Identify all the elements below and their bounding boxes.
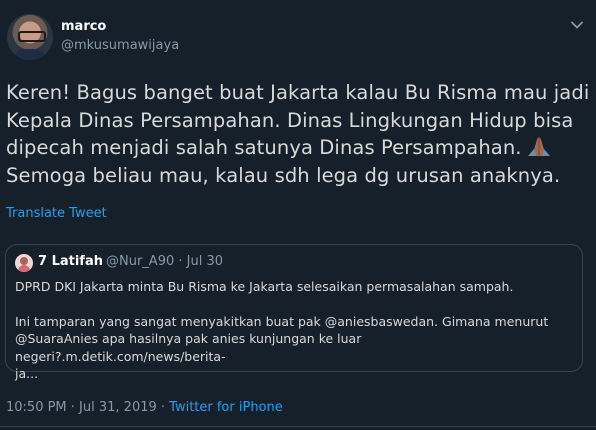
folded-hands-emoji: [527, 137, 550, 156]
tweet-line: Kepala Dinas Persampahan. Dinas Lingkung…: [6, 108, 574, 132]
tweet-line: Keren! Bagus banget buat Jakarta kalau B…: [6, 81, 590, 104]
avatar-glasses: [18, 31, 46, 42]
author-handle[interactable]: @mkusumawijaya: [61, 38, 179, 53]
quoted-author-avatar: [15, 254, 33, 272]
quoted-author-name: 7 Latifah: [38, 254, 103, 269]
quoted-line: ja...: [15, 366, 39, 381]
tweet-line: Semoga beliau mau, kalau sdh lega dg uru…: [6, 163, 561, 187]
translate-tweet-link[interactable]: Translate Tweet: [6, 206, 107, 221]
quoted-line: @SuaraAnies apa hasilnya pak anies kunju…: [15, 331, 362, 364]
tweet-source-link[interactable]: Twitter for iPhone: [169, 400, 283, 415]
quoted-author-meta: @Nur_A90 · Jul 30: [106, 254, 223, 269]
tweet-text: Keren! Bagus banget buat Jakarta kalau B…: [6, 79, 590, 189]
quoted-line: Ini tamparan yang sangat menyakitkan bua…: [15, 313, 549, 329]
quoted-tweet-text: DPRD DKI Jakarta minta Bu Risma ke Jakar…: [15, 278, 571, 383]
tweet-card: marco @mkusumawijaya Keren! Bagus banget…: [0, 0, 596, 430]
avatar-shirt: [13, 49, 47, 60]
divider: [0, 426, 596, 427]
tweet-line: dipecah menjadi salah satunya Dinas Pers…: [6, 136, 522, 159]
author-name[interactable]: marco: [61, 19, 106, 34]
quoted-paragraph: DPRD DKI Jakarta minta Bu Risma ke Jakar…: [15, 279, 514, 294]
quoted-tweet[interactable]: 7 Latifah @Nur_A90 · Jul 30 DPRD DKI Jak…: [5, 244, 583, 381]
tweet-timestamp[interactable]: 10:50 PM · Jul 31, 2019 ·: [6, 400, 169, 415]
chevron-down-icon[interactable]: [569, 17, 585, 33]
tweet-footer: 10:50 PM · Jul 31, 2019 · Twitter for iP…: [6, 400, 283, 415]
author-avatar[interactable]: [7, 14, 53, 60]
